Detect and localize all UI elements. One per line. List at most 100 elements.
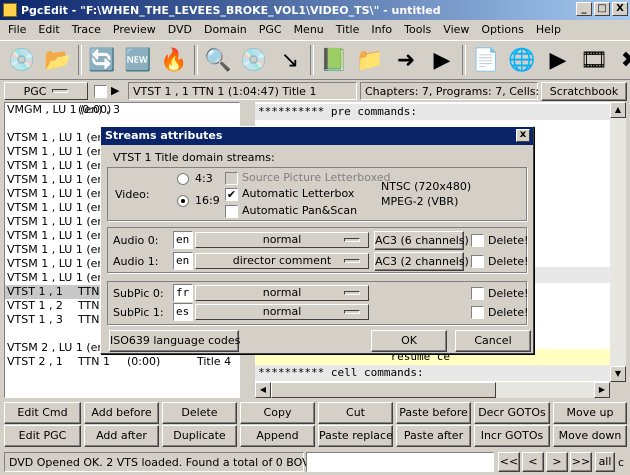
move-down-button[interactable]: Move down <box>553 425 627 447</box>
audio-mode-select[interactable]: director comment <box>195 253 369 269</box>
scratchbook-button[interactable]: Scratchbook <box>541 82 627 101</box>
subpic-delete-checkbox[interactable] <box>471 287 484 300</box>
audio-format-button[interactable]: AC3 (6 channels) <box>374 231 469 250</box>
close-button[interactable]: X <box>612 2 628 16</box>
disc-arrow-icon[interactable]: ↘ <box>274 44 306 76</box>
radio-4-3[interactable] <box>177 173 189 185</box>
move-up-button[interactable]: Move up <box>553 402 627 424</box>
status-search-field[interactable] <box>306 452 494 472</box>
title-bar: PgcEdit - "F:\WHEN_THE_LEVEES_BROKE_VOL1… <box>0 0 630 20</box>
disc-new-icon[interactable]: 🆕 <box>122 44 154 76</box>
disc-refresh-icon[interactable]: 🔄 <box>86 44 118 76</box>
menu-edit[interactable]: Edit <box>32 23 65 36</box>
pgc-list-item[interactable]: VMGM , LU 1 (en) , 3 (0:00) <box>5 103 239 117</box>
nav-first-button[interactable]: << <box>498 452 520 472</box>
menu-menu[interactable]: Menu <box>288 23 330 36</box>
copy-button[interactable]: Copy <box>240 402 315 424</box>
nav-prev-button[interactable]: < <box>522 452 544 472</box>
menu-pgc[interactable]: PGC <box>253 23 288 36</box>
subpic-mode-select[interactable]: normal <box>195 304 369 320</box>
menu-tools[interactable]: Tools <box>398 23 437 36</box>
play-arrow-icon[interactable]: ▶ <box>111 84 119 97</box>
scroll-right-icon[interactable]: ▶ <box>594 382 610 398</box>
disc-search-icon[interactable]: 🔍 <box>202 44 234 76</box>
pages-icon[interactable]: 📄 <box>470 44 502 76</box>
menu-options[interactable]: Options <box>475 23 529 36</box>
menu-view[interactable]: View <box>437 23 475 36</box>
audio-delete-checkbox[interactable] <box>471 255 484 268</box>
audio-format-button[interactable]: AC3 (2 channels) <box>374 252 469 271</box>
pgc-selector[interactable]: PGC <box>4 82 88 100</box>
discs-icon[interactable]: 💿 <box>238 44 270 76</box>
dialog-title: Streams attributes <box>105 129 223 142</box>
duplicate-button[interactable]: Duplicate <box>162 425 237 447</box>
edit-pgc-button[interactable]: Edit PGC <box>4 425 81 447</box>
pgc-list-item[interactable]: VTST 2 , 1 TTN 1 (0:00) Title 4 <box>5 355 239 369</box>
folder-open-icon[interactable]: 📂 <box>42 44 74 76</box>
menu-help[interactable]: Help <box>530 23 567 36</box>
horizontal-scrollbar[interactable]: ◀ ▶ <box>255 382 610 398</box>
menu-dvd[interactable]: DVD <box>162 23 198 36</box>
disc-arrow-right-icon[interactable]: ➜ <box>390 44 422 76</box>
subpic-lang-field[interactable]: es <box>173 303 193 321</box>
audio-mode-select[interactable]: normal <box>195 232 369 248</box>
menu-domain[interactable]: Domain <box>198 23 253 36</box>
decr-gotos-button[interactable]: Decr GOTOs <box>474 402 550 424</box>
pgc-list-cell: VTSM 1 , LU 1 (en) <box>7 257 109 270</box>
cut-button[interactable]: Cut <box>318 402 393 424</box>
audio-lang-field[interactable]: en <box>173 231 193 249</box>
disc-open-icon[interactable]: 💿 <box>6 44 38 76</box>
vertical-scrollbar[interactable]: ▲ ▼ <box>610 102 626 382</box>
auto-panscan-checkbox[interactable] <box>225 205 238 218</box>
scroll-down-icon[interactable]: ▼ <box>610 366 626 382</box>
pgc-list-cell: VTSM 2 , LU 1 (en) <box>7 341 109 354</box>
subpic-lang-field[interactable]: fr <box>173 284 193 302</box>
window-title: PgcEdit - "F:\WHEN_THE_LEVEES_BROKE_VOL1… <box>21 3 441 17</box>
pgc-list-cell: VTSM 1 , LU 1 (en) <box>7 131 109 144</box>
globe-icon[interactable]: 🌐 <box>506 44 538 76</box>
all-button[interactable]: all <box>595 452 615 472</box>
ok-button[interactable]: OK <box>371 330 447 352</box>
menu-info[interactable]: Info <box>365 23 398 36</box>
cancel-button[interactable]: Cancel <box>455 330 531 352</box>
film-reel-icon[interactable]: 🎞 <box>578 44 610 76</box>
minimize-button[interactable]: _ <box>576 2 592 16</box>
subpic-delete-checkbox[interactable] <box>471 306 484 319</box>
paste-before-button[interactable]: Paste before <box>396 402 471 424</box>
incr-gotos-button[interactable]: Incr GOTOs <box>474 425 550 447</box>
delete-button[interactable]: Delete <box>162 402 237 424</box>
paste-after-button[interactable]: Paste after <box>396 425 471 447</box>
menu-bar: File Edit Trace Preview DVD Domain PGC Menu Titl… <box>0 20 630 38</box>
menu-preview[interactable]: Preview <box>107 23 162 36</box>
scroll-thumb[interactable] <box>271 382 496 398</box>
iso639-button[interactable]: ISO639 language codes <box>109 330 240 352</box>
menu-title[interactable]: Title <box>330 23 366 36</box>
scroll-left-icon[interactable]: ◀ <box>255 382 271 398</box>
disc-play-icon[interactable]: ▶ <box>426 44 458 76</box>
paste-replace-button[interactable]: Paste replace <box>318 425 393 447</box>
audio-delete-checkbox[interactable] <box>471 234 484 247</box>
code-line[interactable]: ********** pre commands: <box>258 104 417 120</box>
film-cross-icon[interactable]: ✖ <box>614 44 630 76</box>
code-line[interactable]: ********** cell commands: <box>258 365 424 381</box>
dialog-close-button[interactable]: x <box>516 129 530 142</box>
add-after-button[interactable]: Add after <box>84 425 159 447</box>
auto-letterbox-checkbox[interactable]: ✔ <box>225 188 238 201</box>
nav-next-button[interactable]: > <box>546 452 568 472</box>
folder-copy-icon[interactable]: 📁 <box>354 44 386 76</box>
maximize-button[interactable]: □ <box>594 2 610 16</box>
audio-lang-field[interactable]: en <box>173 252 193 270</box>
nav-last-button[interactable]: >> <box>570 452 592 472</box>
scroll-up-icon[interactable]: ▲ <box>610 102 626 118</box>
edit-cmd-button[interactable]: Edit Cmd <box>4 402 81 424</box>
menu-file[interactable]: File <box>2 23 32 36</box>
flame-icon[interactable]: 🔥 <box>158 44 190 76</box>
pgc-checkbox[interactable] <box>94 85 107 98</box>
append-button[interactable]: Append <box>240 425 315 447</box>
play-icon[interactable]: ▶ <box>542 44 574 76</box>
menu-trace[interactable]: Trace <box>66 23 107 36</box>
book-icon[interactable]: 📗 <box>318 44 350 76</box>
add-before-button[interactable]: Add before <box>84 402 159 424</box>
radio-16-9[interactable] <box>177 195 189 207</box>
subpic-mode-select[interactable]: normal <box>195 285 369 301</box>
